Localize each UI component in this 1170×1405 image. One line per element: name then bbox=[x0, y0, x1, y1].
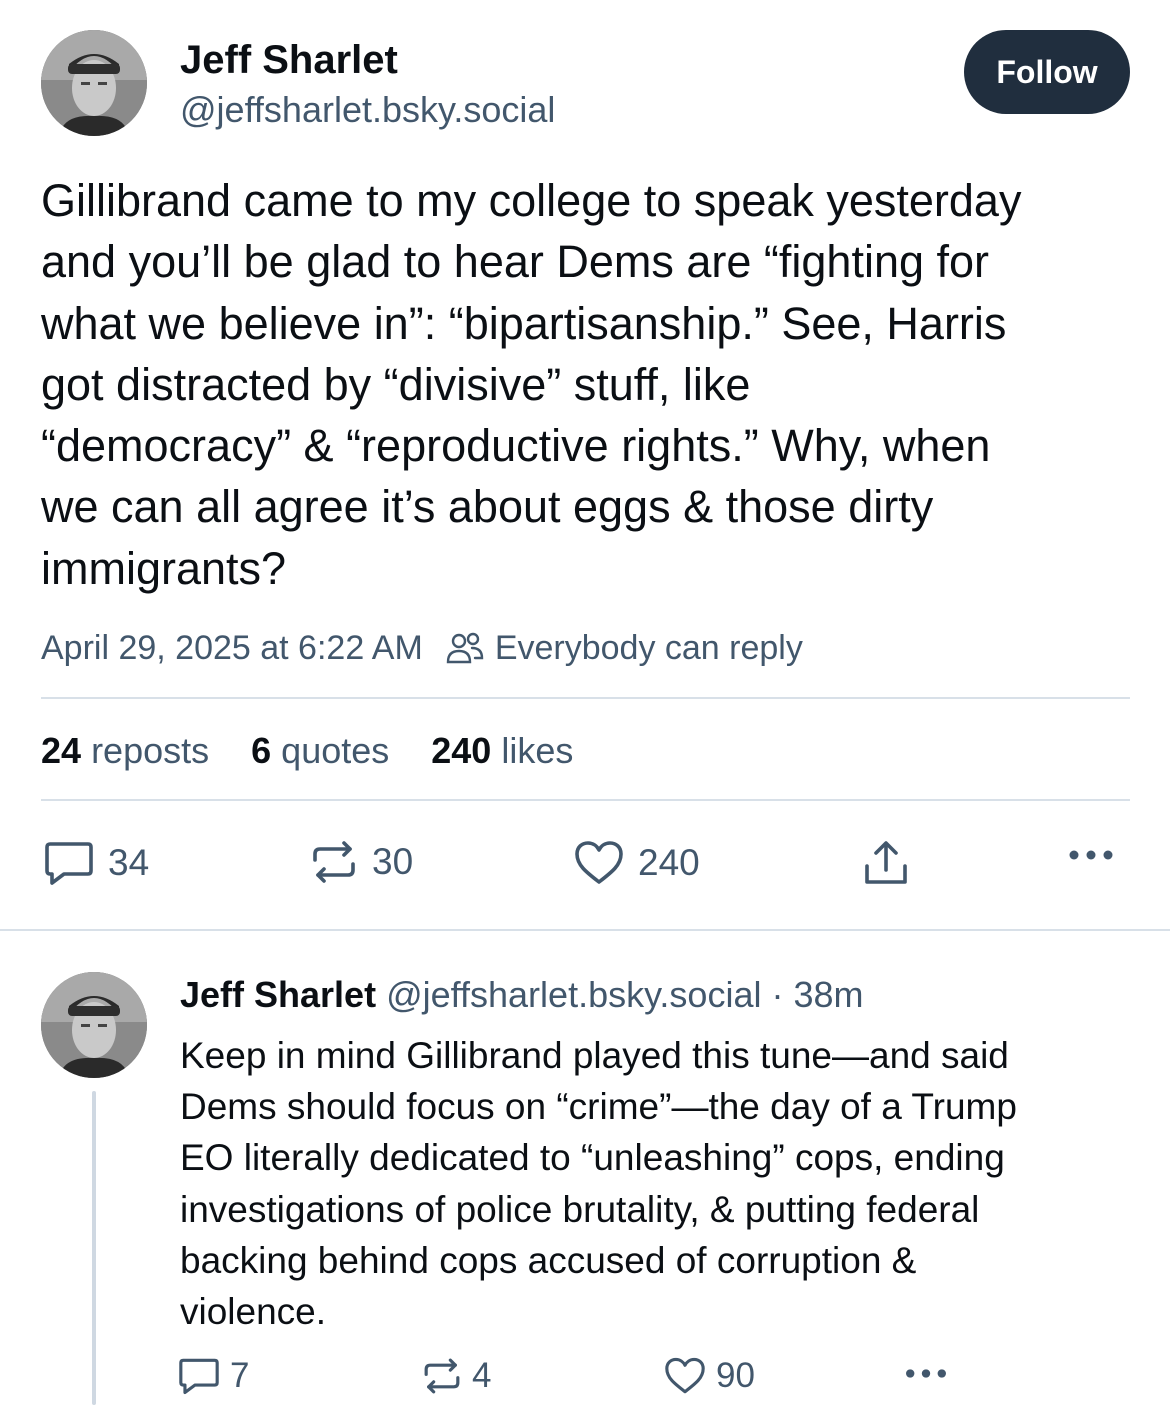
thread-line bbox=[92, 1091, 96, 1405]
reply-button[interactable]: 34 bbox=[44, 840, 149, 886]
reply-header: Jeff Sharlet @jeffsharlet.bsky.social · … bbox=[180, 974, 864, 1016]
author-handle[interactable]: @jeffsharlet.bsky.social bbox=[180, 90, 555, 130]
quotes-stat[interactable]: 6 quotes bbox=[251, 730, 389, 772]
author-avatar[interactable] bbox=[41, 30, 147, 136]
reply-reply-count: 7 bbox=[230, 1356, 250, 1395]
reposts-count: 24 bbox=[41, 730, 82, 771]
like-count: 240 bbox=[638, 842, 700, 883]
share-button[interactable] bbox=[862, 840, 910, 886]
reply-like-button[interactable]: 90 bbox=[664, 1356, 755, 1396]
repost-arrows-icon bbox=[424, 1358, 460, 1394]
ellipsis-icon bbox=[906, 1369, 946, 1378]
author-name[interactable]: Jeff Sharlet bbox=[180, 38, 398, 82]
reply-text: Keep in mind Gillibrand played this tune… bbox=[180, 1035, 1017, 1333]
more-options-button[interactable] bbox=[1068, 848, 1114, 862]
reply-more-options-button[interactable] bbox=[904, 1367, 948, 1380]
repost-arrows-icon bbox=[313, 841, 355, 883]
share-upload-icon bbox=[865, 841, 907, 884]
speech-bubble-icon bbox=[179, 1358, 219, 1395]
ellipsis-icon bbox=[1069, 850, 1113, 860]
reply-reply-button[interactable]: 7 bbox=[178, 1356, 249, 1396]
people-icon bbox=[445, 631, 485, 665]
divider bbox=[41, 697, 1130, 699]
reply-author-handle[interactable]: @jeffsharlet.bsky.social bbox=[386, 974, 761, 1015]
reposts-stat[interactable]: 24 reposts bbox=[41, 730, 209, 772]
like-button[interactable]: 240 bbox=[574, 840, 700, 886]
post-timestamp[interactable]: April 29, 2025 at 6:22 AM bbox=[41, 629, 423, 668]
post-text: Gillibrand came to my college to speak y… bbox=[41, 175, 1022, 594]
repost-count: 30 bbox=[372, 841, 414, 882]
reply-author-name[interactable]: Jeff Sharlet bbox=[180, 974, 376, 1015]
likes-stat[interactable]: 240 likes bbox=[431, 730, 573, 772]
quotes-label: quotes bbox=[281, 730, 390, 771]
heart-icon bbox=[575, 841, 623, 884]
avatar-photo bbox=[41, 972, 147, 1078]
reply-author-avatar[interactable] bbox=[41, 972, 147, 1078]
likes-label: likes bbox=[501, 730, 574, 771]
reply-repost-button[interactable]: 4 bbox=[422, 1356, 491, 1396]
reposts-label: reposts bbox=[91, 730, 210, 771]
reply-setting[interactable]: Everybody can reply bbox=[495, 629, 803, 668]
reply-repost-count: 4 bbox=[472, 1356, 492, 1395]
post-stats: 24 reposts 6 quotes 240 likes bbox=[41, 728, 615, 774]
separator-dot: · bbox=[771, 974, 784, 1015]
quotes-count: 6 bbox=[251, 730, 272, 771]
reply-like-count: 90 bbox=[716, 1356, 755, 1395]
heart-icon bbox=[665, 1357, 705, 1394]
speech-bubble-icon bbox=[45, 842, 93, 885]
avatar-photo bbox=[41, 30, 147, 136]
reply-time[interactable]: 38m bbox=[794, 974, 864, 1015]
section-divider bbox=[0, 929, 1170, 931]
repost-button[interactable]: 30 bbox=[310, 840, 413, 884]
reply-count: 34 bbox=[108, 842, 150, 883]
likes-count: 240 bbox=[431, 730, 492, 771]
divider bbox=[41, 799, 1130, 801]
follow-button[interactable]: Follow bbox=[964, 30, 1130, 114]
post-meta: April 29, 2025 at 6:22 AM Everybody can … bbox=[41, 626, 803, 670]
